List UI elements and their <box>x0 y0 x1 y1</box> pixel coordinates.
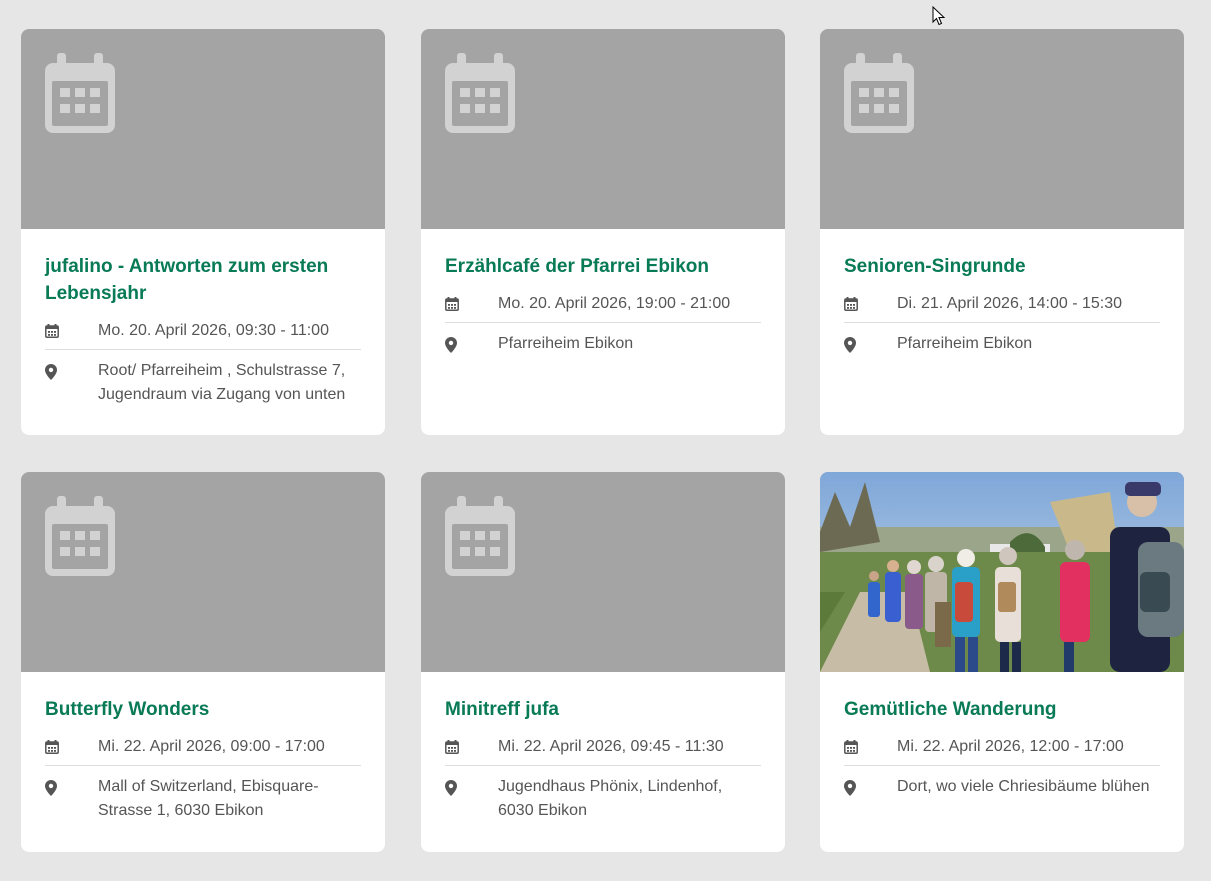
location-pin-icon <box>445 780 457 796</box>
mouse-cursor-icon <box>932 6 946 26</box>
event-location: Mall of Switzerland, Ebisquare-Strasse 1… <box>98 778 319 819</box>
event-location-row: Jugendhaus Phönix, Lindenhof, 6030 Ebiko… <box>445 766 761 823</box>
calendar-icon <box>445 53 515 133</box>
event-location-row: Mall of Switzerland, Ebisquare-Strasse 1… <box>45 766 361 823</box>
event-location: Root/ Pfarreiheim , Schulstrasse 7, Juge… <box>98 362 346 403</box>
event-date-row: Mi. 22. April 2026, 12:00 - 17:00 <box>844 735 1160 766</box>
event-location-row: Root/ Pfarreiheim , Schulstrasse 7, Juge… <box>45 350 361 407</box>
calendar-small-icon <box>844 297 858 311</box>
calendar-small-icon <box>45 324 59 338</box>
event-image-placeholder <box>21 29 385 229</box>
event-image-placeholder <box>21 472 385 672</box>
event-location: Pfarreiheim Ebikon <box>897 335 1033 352</box>
event-image-placeholder <box>421 472 785 672</box>
calendar-icon <box>844 53 914 133</box>
event-location: Pfarreiheim Ebikon <box>498 335 634 352</box>
calendar-small-icon <box>45 740 59 754</box>
calendar-icon <box>45 496 115 576</box>
event-location-row: Dort, wo viele Chriesibäume blühen <box>844 766 1160 799</box>
location-pin-icon <box>445 337 457 353</box>
event-date: Mo. 20. April 2026, 19:00 - 21:00 <box>498 295 731 312</box>
event-location-row: Pfarreiheim Ebikon <box>844 323 1160 356</box>
event-date-row: Mi. 22. April 2026, 09:00 - 17:00 <box>45 735 361 766</box>
event-date-row: Mo. 20. April 2026, 19:00 - 21:00 <box>445 292 761 323</box>
location-pin-icon <box>844 337 856 353</box>
location-pin-icon <box>45 364 57 380</box>
event-date-row: Di. 21. April 2026, 14:00 - 15:30 <box>844 292 1160 323</box>
event-title[interactable]: jufalino - Antworten zum ersten Lebensja… <box>45 253 361 307</box>
calendar-icon <box>445 496 515 576</box>
location-pin-icon <box>45 780 57 796</box>
hiking-group-photo <box>820 472 1184 672</box>
event-image-placeholder <box>820 29 1184 229</box>
event-location-row: Pfarreiheim Ebikon <box>445 323 761 356</box>
event-card[interactable]: jufalino - Antworten zum ersten Lebensja… <box>21 29 385 435</box>
event-card[interactable]: Gemütliche Wanderung Mi. 22. April 2026,… <box>820 472 1184 852</box>
event-date: Mo. 20. April 2026, 09:30 - 11:00 <box>98 322 329 339</box>
event-date: Di. 21. April 2026, 14:00 - 15:30 <box>897 295 1123 312</box>
event-card[interactable]: Butterfly Wonders Mi. 22. April 2026, 09… <box>21 472 385 852</box>
location-pin-icon <box>844 780 856 796</box>
event-image-placeholder <box>421 29 785 229</box>
event-location: Dort, wo viele Chriesibäume blühen <box>897 778 1150 795</box>
event-title[interactable]: Minitreff jufa <box>445 696 761 723</box>
event-title[interactable]: Senioren-Singrunde <box>844 253 1160 280</box>
calendar-small-icon <box>844 740 858 754</box>
event-title[interactable]: Gemütliche Wanderung <box>844 696 1160 723</box>
event-date-row: Mo. 20. April 2026, 09:30 - 11:00 <box>45 319 361 350</box>
event-date: Mi. 22. April 2026, 09:00 - 17:00 <box>98 738 325 755</box>
calendar-small-icon <box>445 297 459 311</box>
event-photo <box>820 472 1184 672</box>
event-date: Mi. 22. April 2026, 09:45 - 11:30 <box>498 738 724 755</box>
event-title[interactable]: Butterfly Wonders <box>45 696 361 723</box>
event-title[interactable]: Erzählcafé der Pfarrei Ebikon <box>445 253 761 280</box>
event-card[interactable]: Erzählcafé der Pfarrei Ebikon Mo. 20. Ap… <box>421 29 785 435</box>
calendar-small-icon <box>445 740 459 754</box>
calendar-icon <box>45 53 115 133</box>
event-date: Mi. 22. April 2026, 12:00 - 17:00 <box>897 738 1124 755</box>
event-card[interactable]: Senioren-Singrunde Di. 21. April 2026, 1… <box>820 29 1184 435</box>
event-card[interactable]: Minitreff jufa Mi. 22. April 2026, 09:45… <box>421 472 785 852</box>
event-location: Jugendhaus Phönix, Lindenhof, 6030 Ebiko… <box>498 778 723 819</box>
event-date-row: Mi. 22. April 2026, 09:45 - 11:30 <box>445 735 761 766</box>
